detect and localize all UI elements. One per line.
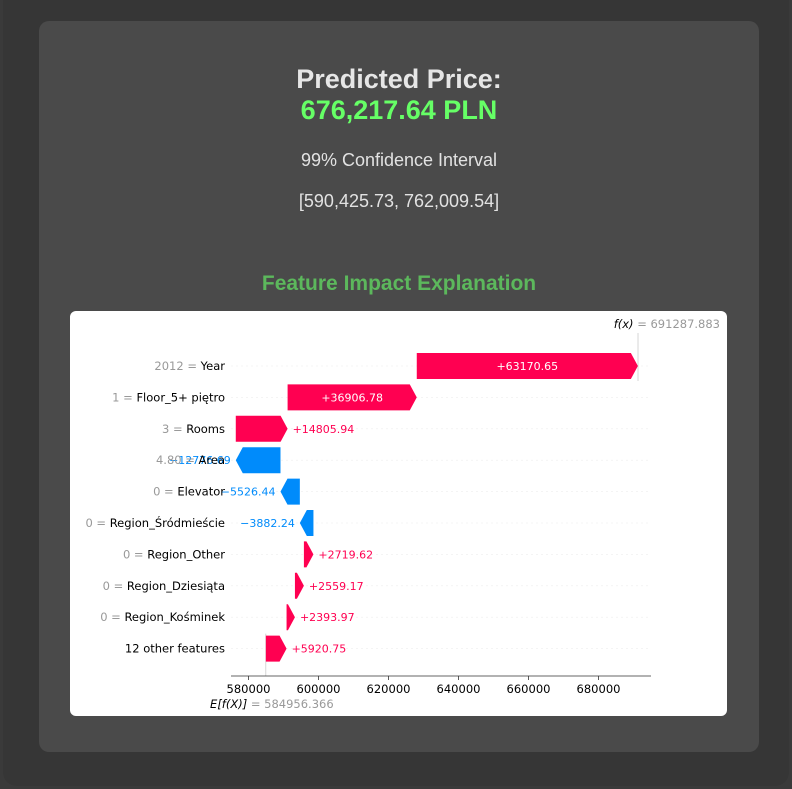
- bar-value-label: +36906.78: [321, 391, 383, 404]
- x-tick-label: 680000: [577, 682, 621, 696]
- predicted-price-label: Predicted Price:: [296, 64, 502, 94]
- feature-label: 1 = Floor_5+ piętro: [112, 390, 225, 404]
- waterfall-bar: [299, 510, 314, 536]
- output-value-label: f(x) = 691287.883: [614, 317, 720, 331]
- x-tick-label: 660000: [507, 682, 551, 696]
- bar-value-label: +2393.97: [300, 611, 355, 624]
- feature-label: 4.80 = Area: [156, 453, 225, 467]
- waterfall-bar: [303, 541, 314, 568]
- waterfall-chart: +63170.65 2012 = Year +36906.78 1 = Floor_5…: [85, 317, 720, 711]
- x-tick-label: 640000: [437, 682, 481, 696]
- feature-label: 0 = Region_Dziesiąta: [103, 579, 225, 593]
- waterfall-bar: [265, 635, 287, 662]
- feature-label: 0 = Region_Kośminek: [100, 610, 225, 624]
- confidence-interval-value: [590,425.73, 762,009.54]: [298, 191, 500, 211]
- feature-label: 0 = Region_Śródmieście: [85, 515, 225, 530]
- feature-label: 12 other features: [125, 642, 225, 656]
- bar-value-label: +63170.65: [496, 360, 558, 373]
- base-value-label: E[f(X)] = 584956.366: [210, 697, 334, 711]
- shap-waterfall-plot: +63170.65 2012 = Year +36906.78 1 = Floor_5…: [70, 311, 727, 716]
- bar-value-label: −3882.24: [240, 517, 295, 530]
- waterfall-bar: [294, 572, 304, 599]
- x-tick-label: 620000: [367, 682, 411, 696]
- x-tick-label: 580000: [227, 682, 271, 696]
- waterfall-bar: [280, 478, 300, 505]
- feature-label: 0 = Region_Other: [123, 547, 225, 561]
- feature-impact-title: Feature Impact Explanation: [261, 272, 537, 295]
- bar-value-label: +2719.62: [318, 548, 373, 561]
- waterfall-bar: [286, 604, 295, 631]
- x-tick-label: 600000: [297, 682, 341, 696]
- waterfall-bar: [235, 415, 288, 442]
- bar-value-label: +14805.94: [293, 423, 355, 436]
- bar-value-label: −5526.44: [221, 486, 276, 499]
- confidence-interval-label: 99% Confidence Interval: [300, 150, 498, 170]
- bar-value-label: +5920.75: [292, 643, 347, 656]
- predicted-price-value: 676,217.64 PLN: [300, 95, 498, 125]
- waterfall-bar: [235, 447, 281, 474]
- feature-label: 3 = Rooms: [162, 422, 225, 436]
- bar-value-label: +2559.17: [309, 580, 364, 593]
- feature-label: 2012 = Year: [154, 359, 225, 373]
- feature-label: 0 = Elevator: [153, 485, 225, 499]
